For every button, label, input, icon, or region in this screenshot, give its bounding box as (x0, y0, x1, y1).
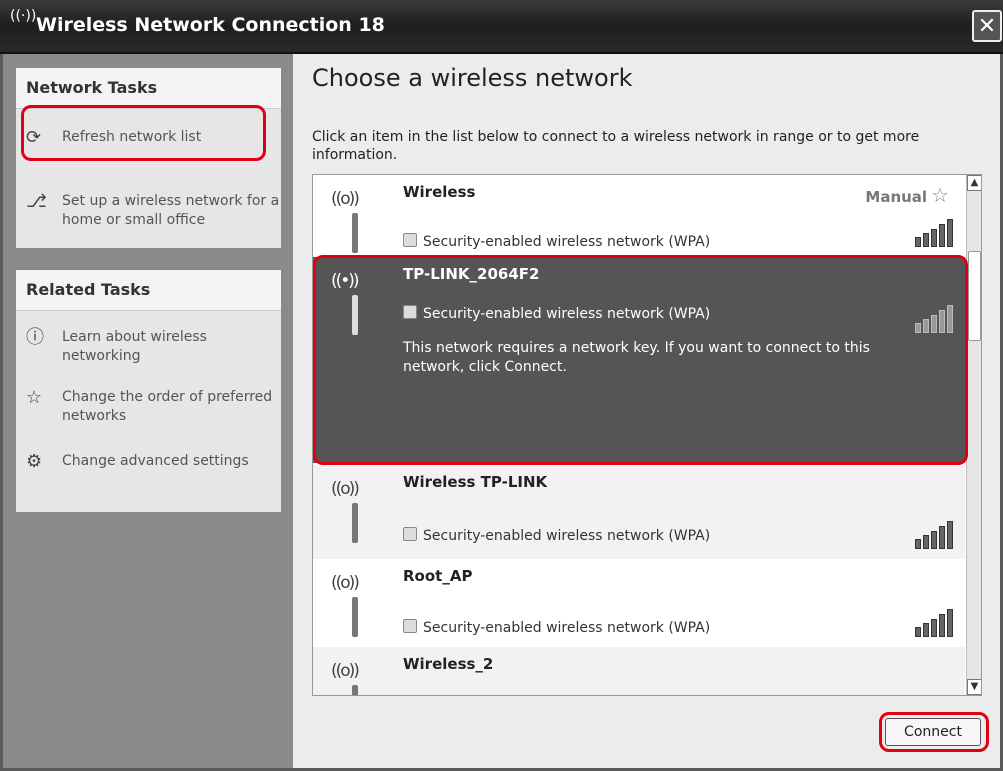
lock-icon (403, 619, 417, 633)
star-icon: ☆ (931, 183, 949, 207)
network-item-wireless-tp-link[interactable]: ((o)) Wireless TP-LINK Security-enabled … (313, 465, 965, 559)
learn-about-wireless-label: Learn about wireless networking (62, 329, 207, 364)
setup-wireless-network-label: Set up a wireless network for a home or … (62, 193, 280, 228)
scroll-thumb[interactable] (968, 251, 981, 341)
change-advanced-settings-label: Change advanced settings (62, 453, 249, 469)
window-title: Wireless Network Connection 18 (36, 14, 385, 36)
signal-strength-icon (915, 521, 953, 549)
network-security: Security-enabled wireless network (WPA) (403, 527, 710, 544)
page-title: Choose a wireless network (312, 64, 633, 92)
info-icon: ⓘ (26, 327, 44, 348)
scroll-down-button[interactable]: ▼ (967, 679, 981, 695)
antenna-icon: ((o)) (331, 479, 377, 549)
close-button[interactable]: ✕ (972, 10, 1002, 42)
intro-text: Click an item in the list below to conne… (312, 129, 920, 163)
manual-badge: Manual ☆ (865, 183, 949, 207)
network-tasks-heading: Network Tasks (16, 68, 281, 109)
network-name: Wireless TP-LINK (403, 473, 548, 491)
change-order-label: Change the order of preferred networks (62, 389, 273, 424)
network-security: Security-enabled wireless network (WPA) (403, 233, 710, 250)
wireless-network-window: ((·)) Wireless Network Connection 18 ✕ N… (0, 0, 1003, 771)
related-tasks-panel: Related Tasks ⓘ Learn about wireless net… (16, 270, 281, 512)
antenna-icon: ((o)) (331, 189, 377, 259)
network-security: Security-enabled wireless network (WPA) (403, 619, 710, 636)
task-pane: Network Tasks ⟳ Refresh network list ⎇ S… (3, 54, 293, 768)
signal-strength-icon (939, 683, 953, 695)
security-label: Security-enabled wireless network (WPA) (423, 528, 711, 544)
network-item-wireless[interactable]: ((o)) Wireless Manual ☆ Security-enabled … (313, 175, 965, 257)
settings-icon: ⚙ (26, 451, 43, 472)
related-tasks-heading: Related Tasks (16, 270, 281, 311)
network-name: Root_AP (403, 567, 473, 585)
manual-label: Manual (865, 188, 928, 206)
scroll-up-button[interactable]: ▲ (967, 175, 981, 191)
signal-strength-icon (915, 219, 953, 247)
connect-highlight (879, 712, 989, 752)
network-item-wireless-2[interactable]: ((o)) Wireless_2 (313, 647, 965, 695)
security-label: Security-enabled wireless network (WPA) (423, 234, 711, 250)
refresh-highlight (21, 105, 266, 161)
network-name: Wireless_2 (403, 655, 494, 673)
title-bar: ((·)) Wireless Network Connection 18 ✕ (0, 0, 1003, 54)
selected-network-highlight (313, 255, 968, 465)
signal-strength-icon (915, 609, 953, 637)
network-name: Wireless (403, 183, 476, 201)
antenna-icon: ((o)) (331, 573, 377, 643)
lock-icon (403, 233, 417, 247)
network-list-scrollbar[interactable]: ▲ ▼ (966, 175, 981, 695)
wizard-icon: ⎇ (26, 191, 47, 212)
antenna-icon: ((o)) (331, 661, 377, 695)
star-icon: ☆ (26, 387, 43, 408)
main-pane: Choose a wireless network Click an item … (293, 54, 1000, 768)
lock-icon (403, 527, 417, 541)
network-item-root-ap[interactable]: ((o)) Root_AP Security-enabled wireless … (313, 559, 965, 647)
wireless-icon: ((·)) (10, 8, 37, 24)
security-label: Security-enabled wireless network (WPA) (423, 620, 711, 636)
